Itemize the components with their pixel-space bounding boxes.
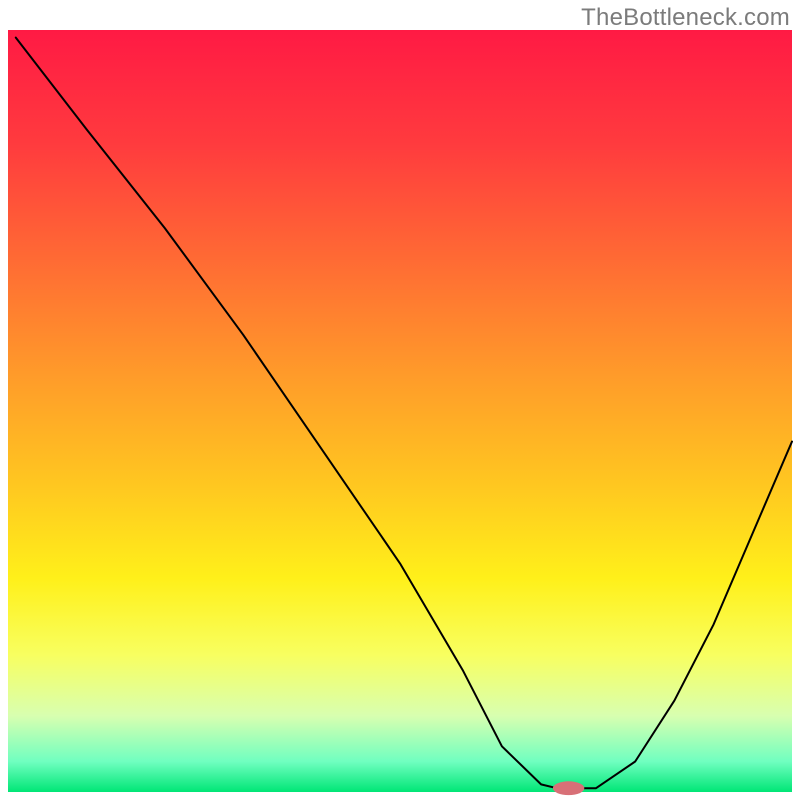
highlight-marker xyxy=(553,781,584,795)
watermark-label: TheBottleneck.com xyxy=(581,4,790,32)
bottleneck-chart: TheBottleneck.com xyxy=(0,0,800,800)
plot-background xyxy=(8,30,792,792)
chart-canvas xyxy=(0,0,800,800)
